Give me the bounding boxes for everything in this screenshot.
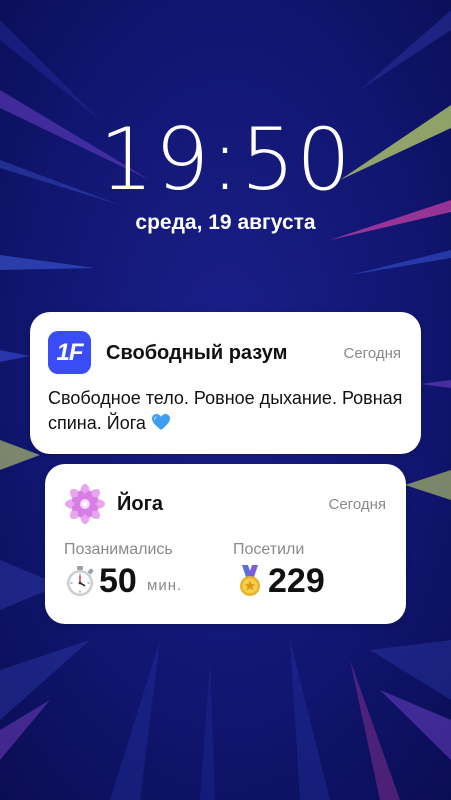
notification-message: Свободное тело. Ровное дыхание. Ровная с… [48,386,403,436]
notification-time: Сегодня [343,345,402,362]
lotus-icon [65,484,105,524]
stat-label-duration: Позанимались [64,541,173,558]
stat-value-visits: 229 [268,562,325,600]
lock-clock: 19:50 [99,110,352,210]
notification-time: Сегодня [328,496,387,513]
medal-icon [240,565,260,596]
notification-card-yoga[interactable]: Йога Сегодня Позанимались 50 мин. Посети… [45,464,406,624]
notification-app-name: Свободный разум [106,342,288,364]
stopwatch-icon [67,566,94,596]
notification-app-name: Йога [117,493,164,515]
notification-card-svobodnyi-razum[interactable]: 1F Свободный разум Сегодня Свободное тел… [30,312,421,454]
lock-date: среда, 19 августа [135,211,316,234]
stat-unit-minutes: мин. [147,577,183,594]
notification-message-text: Свободное тело. Ровное дыхание. Ровная с… [48,388,403,433]
1f-app-logo-icon: 1F [48,331,91,374]
stat-label-visits: Посетили [233,541,305,558]
blue-heart-icon [151,414,170,430]
stat-value-duration: 50 [99,562,137,600]
